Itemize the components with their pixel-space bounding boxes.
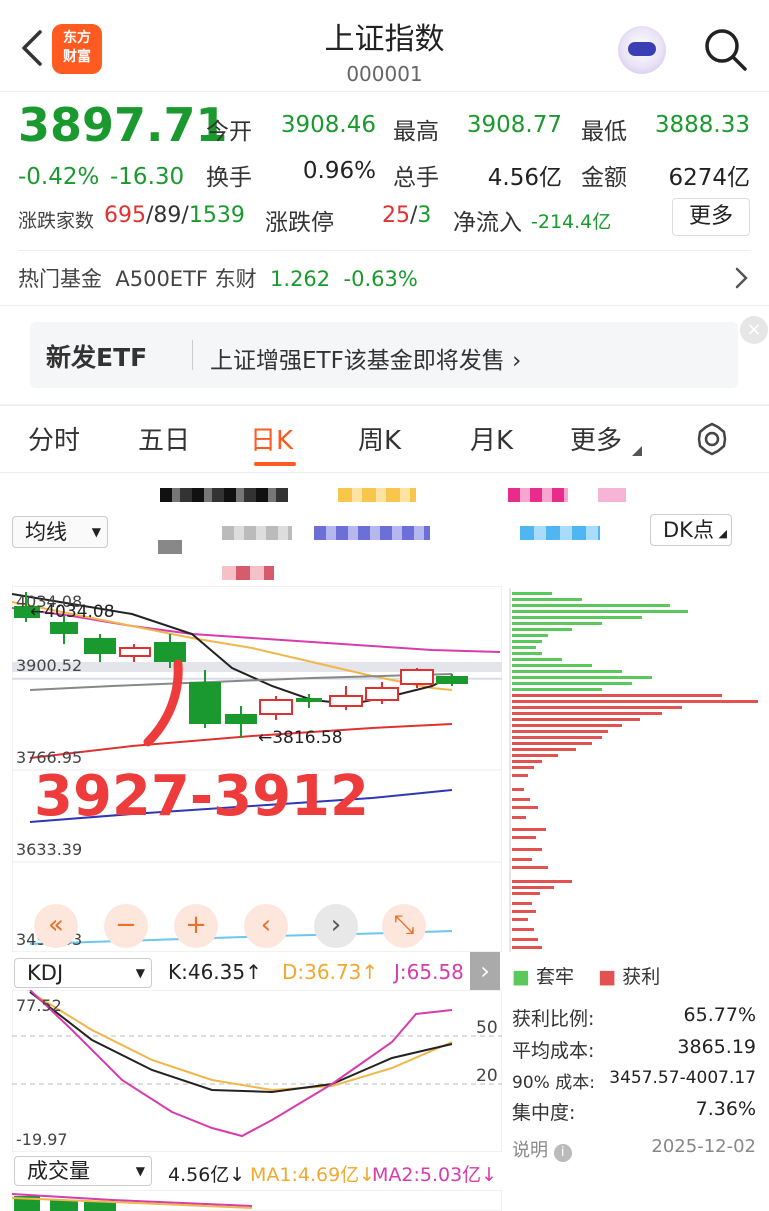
change-percent: -0.42% <box>18 164 100 190</box>
cost-90-value: 3457.57-4007.17 <box>609 1068 756 1088</box>
zoom-out-icon[interactable]: − <box>104 904 148 948</box>
change-amount: -16.30 <box>110 164 185 190</box>
netflow-label: 净流入 <box>453 210 522 236</box>
chip-distribution-chart <box>509 588 758 952</box>
volume-ma2: MA2:5.03亿↓ <box>372 1164 498 1186</box>
dk-point-select[interactable]: DK点 ◢ <box>650 514 732 546</box>
section-gap <box>0 404 769 406</box>
fullscreen-icon[interactable]: ⤡ <box>382 904 426 948</box>
banner-tag: 新发ETF <box>46 343 148 372</box>
info-icon: i <box>553 1144 572 1162</box>
more-button[interactable]: 更多 <box>672 198 750 236</box>
tab-weekly-k[interactable]: 周K <box>358 420 401 457</box>
volume-label: 总手 <box>393 165 439 191</box>
banner-separator <box>192 340 193 370</box>
kdj-chart <box>12 990 502 1152</box>
low-label: 最低 <box>581 119 627 145</box>
high-label: 最高 <box>393 119 439 145</box>
scroll-left-icon[interactable]: ‹ <box>244 904 288 948</box>
explain-link[interactable]: 说明 i <box>512 1136 572 1162</box>
banner-text: 上证增强ETF该基金即将发售 › <box>210 348 522 374</box>
assistant-robot-icon[interactable] <box>618 26 666 74</box>
active-tab-underline <box>254 462 296 466</box>
expand-panel-icon[interactable]: › <box>470 952 500 992</box>
current-price: 3897.71 <box>18 98 228 152</box>
ma-legend-obscured <box>314 526 430 540</box>
kdj-d-value: D:36.73↑ <box>282 960 379 984</box>
chevron-right-icon[interactable] <box>734 266 750 290</box>
scroll-left-fast-icon[interactable]: « <box>34 904 78 948</box>
close-icon[interactable]: × <box>740 316 768 344</box>
tab-more[interactable]: 更多 <box>570 420 622 457</box>
limit-values: 25/3 <box>382 203 432 228</box>
ma-legend-obscured <box>160 488 288 502</box>
limit-label: 涨跌停 <box>265 210 334 236</box>
hot-fund-name: A500ETF 东财 <box>115 267 257 291</box>
amount-value: 6274亿 <box>668 165 750 191</box>
volume-chart <box>12 1190 502 1211</box>
gear-icon[interactable] <box>694 421 730 457</box>
tab-five-day[interactable]: 五日 <box>138 420 190 457</box>
kdj-level-20: 20 <box>476 1066 498 1086</box>
kdj-level-50: 50 <box>476 1018 498 1038</box>
tab-monthly-k[interactable]: 月K <box>470 420 513 457</box>
hot-fund-pct: -0.63% <box>343 267 418 291</box>
tab-intraday[interactable]: 分时 <box>28 420 80 457</box>
concentration-value: 7.36% <box>695 1098 756 1120</box>
hot-fund-row[interactable]: 热门基金 A500ETF 东财 1.262 -0.63% <box>18 263 418 293</box>
zoom-in-icon[interactable]: + <box>174 904 218 948</box>
y-label: 3633.39 <box>16 840 83 859</box>
ma-legend-obscured <box>598 488 626 502</box>
kdj-select[interactable]: KDJ ▼ <box>14 958 152 988</box>
ma-select[interactable]: 均线 ▼ <box>12 516 108 548</box>
breadth-values: 695/89/1539 <box>104 203 245 228</box>
new-etf-banner[interactable]: 新发ETF 上证增强ETF该基金即将发售 › × <box>30 316 768 388</box>
chip-date: 2025-12-02 <box>651 1136 756 1157</box>
high-marker: ←4034.08 <box>30 602 115 622</box>
tab-daily-k[interactable]: 日K <box>250 420 293 457</box>
amount-label: 金额 <box>581 165 627 191</box>
scroll-right-icon[interactable]: › <box>314 904 358 948</box>
low-marker: ←3816.58 <box>258 728 343 748</box>
turnover-value: 0.96% <box>302 158 376 184</box>
open-label: 今开 <box>206 119 252 145</box>
profit-ratio-value: 65.77% <box>683 1004 756 1026</box>
kdj-j-value: J:65.58 <box>394 960 464 984</box>
dropdown-triangle-icon <box>632 446 642 456</box>
high-value: 3908.77 <box>466 112 562 138</box>
turnover-label: 换手 <box>206 165 252 191</box>
divider <box>18 250 751 251</box>
ma-legend-obscured <box>520 526 600 540</box>
ma-legend-obscured <box>338 488 416 502</box>
search-icon[interactable] <box>702 26 748 72</box>
top-bar: 东方 财富 上证指数 000001 <box>0 0 769 92</box>
y-label: 3900.52 <box>16 656 83 675</box>
volume-current: 4.56亿↓ <box>168 1164 246 1186</box>
handwritten-annotation: 3927-3912 <box>34 764 369 829</box>
breadth-label: 涨跌家数 <box>18 210 95 232</box>
divider <box>0 472 769 473</box>
volume-ma1: MA1:4.69亿↓ <box>250 1164 376 1186</box>
netflow-value: -214.4亿 <box>531 211 612 233</box>
ma-legend-obscured <box>222 566 274 580</box>
cost-90-label: 90% 成本: <box>512 1073 595 1093</box>
chip-legend: ■ 套牢 ■ 获利 <box>512 966 661 988</box>
kdj-bottom-label: -19.97 <box>16 1130 68 1149</box>
kdj-top-label: 77.52 <box>16 996 62 1015</box>
volume-select[interactable]: 成交量 ▼ <box>14 1156 152 1186</box>
profit-ratio-label: 获利比例: <box>512 1008 595 1030</box>
avg-cost-value: 3865.19 <box>677 1036 756 1058</box>
ma-legend-obscured <box>158 540 182 554</box>
divider <box>0 305 769 306</box>
volume-value: 4.56亿 <box>487 165 562 191</box>
ma-legend-obscured <box>508 488 568 502</box>
hot-fund-label: 热门基金 <box>18 267 102 291</box>
avg-cost-label: 平均成本: <box>512 1040 595 1062</box>
concentration-label: 集中度: <box>512 1102 576 1124</box>
ma-legend-obscured <box>222 526 292 540</box>
low-value: 3888.33 <box>654 112 750 138</box>
open-value: 3908.46 <box>280 112 376 138</box>
kdj-k-value: K:46.35↑ <box>168 960 262 984</box>
hot-fund-price: 1.262 <box>270 267 331 291</box>
